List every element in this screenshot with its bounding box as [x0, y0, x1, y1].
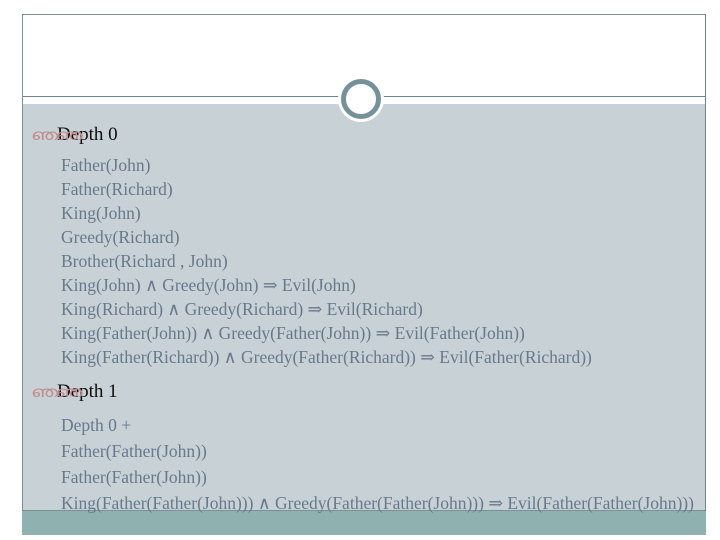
right-accent-edge [705, 14, 706, 511]
section-depth-0: ഞഞ Depth 0 Father(John) Father(Richard) … [23, 124, 705, 369]
list-item: Depth 0 + [61, 415, 132, 435]
list-item: Father(John) [61, 155, 151, 175]
list-item: King(Father(Father(John))) ∧ Greedy(Fath… [61, 493, 694, 513]
bullet-ornament-icon: ഞഞ [31, 383, 83, 401]
clause-list-depth-0: Father(John) Father(Richard) King(John) … [23, 153, 705, 369]
list-item: King(Father(Richard)) ∧ Greedy(Father(Ri… [61, 347, 592, 367]
list-item: Greedy(Richard) [61, 227, 180, 247]
ring-ornament-icon [338, 76, 384, 122]
clause-list-depth-1: Depth 0 + Father(Father(John)) Father(Fa… [23, 412, 705, 516]
section-depth-1: ഞഞ Depth 1 Depth 0 + Father(Father(John)… [23, 381, 705, 516]
slide-canvas: ഞഞ Depth 0 Father(John) Father(Richard) … [0, 0, 720, 540]
ring-circle [341, 79, 381, 119]
list-item: Brother(Richard , John) [61, 251, 228, 271]
list-item: King(Father(John)) ∧ Greedy(Father(John)… [61, 323, 525, 343]
section-heading-depth-0: ഞഞ Depth 0 [23, 124, 705, 146]
bullet-ornament-icon: ഞഞ [31, 126, 83, 144]
list-item: Father(Richard) [61, 179, 173, 199]
slide-content: ഞഞ Depth 0 Father(John) Father(Richard) … [23, 104, 705, 513]
list-item: King(Richard) ∧ Greedy(Richard) ⇒ Evil(R… [61, 299, 423, 319]
list-item: King(John) ∧ Greedy(John) ⇒ Evil(John) [61, 275, 356, 295]
section-heading-depth-1: ഞഞ Depth 1 [23, 381, 705, 403]
list-item: Father(Father(John)) [61, 441, 207, 461]
list-item: King(John) [61, 203, 141, 223]
list-item: Father(Father(John)) [61, 467, 207, 487]
